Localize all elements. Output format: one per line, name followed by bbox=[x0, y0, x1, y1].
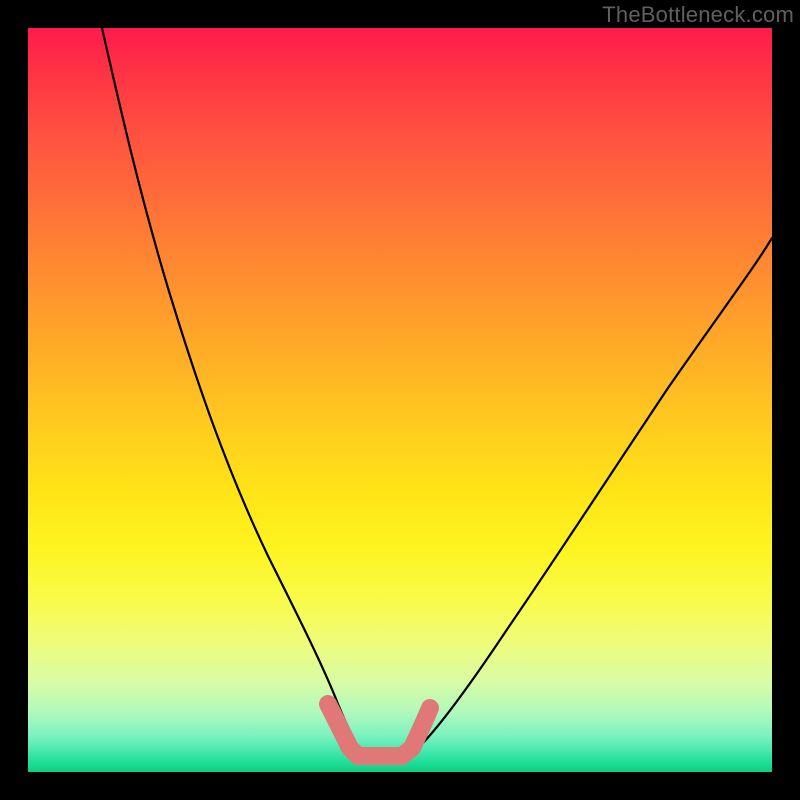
curve-layer bbox=[28, 28, 772, 772]
bottom-mark bbox=[328, 704, 430, 756]
watermark-text: TheBottleneck.com bbox=[602, 2, 794, 28]
left-curve bbox=[102, 28, 358, 748]
right-curve bbox=[420, 238, 772, 746]
plot-area bbox=[28, 28, 772, 772]
chart-container: TheBottleneck.com bbox=[0, 0, 800, 800]
